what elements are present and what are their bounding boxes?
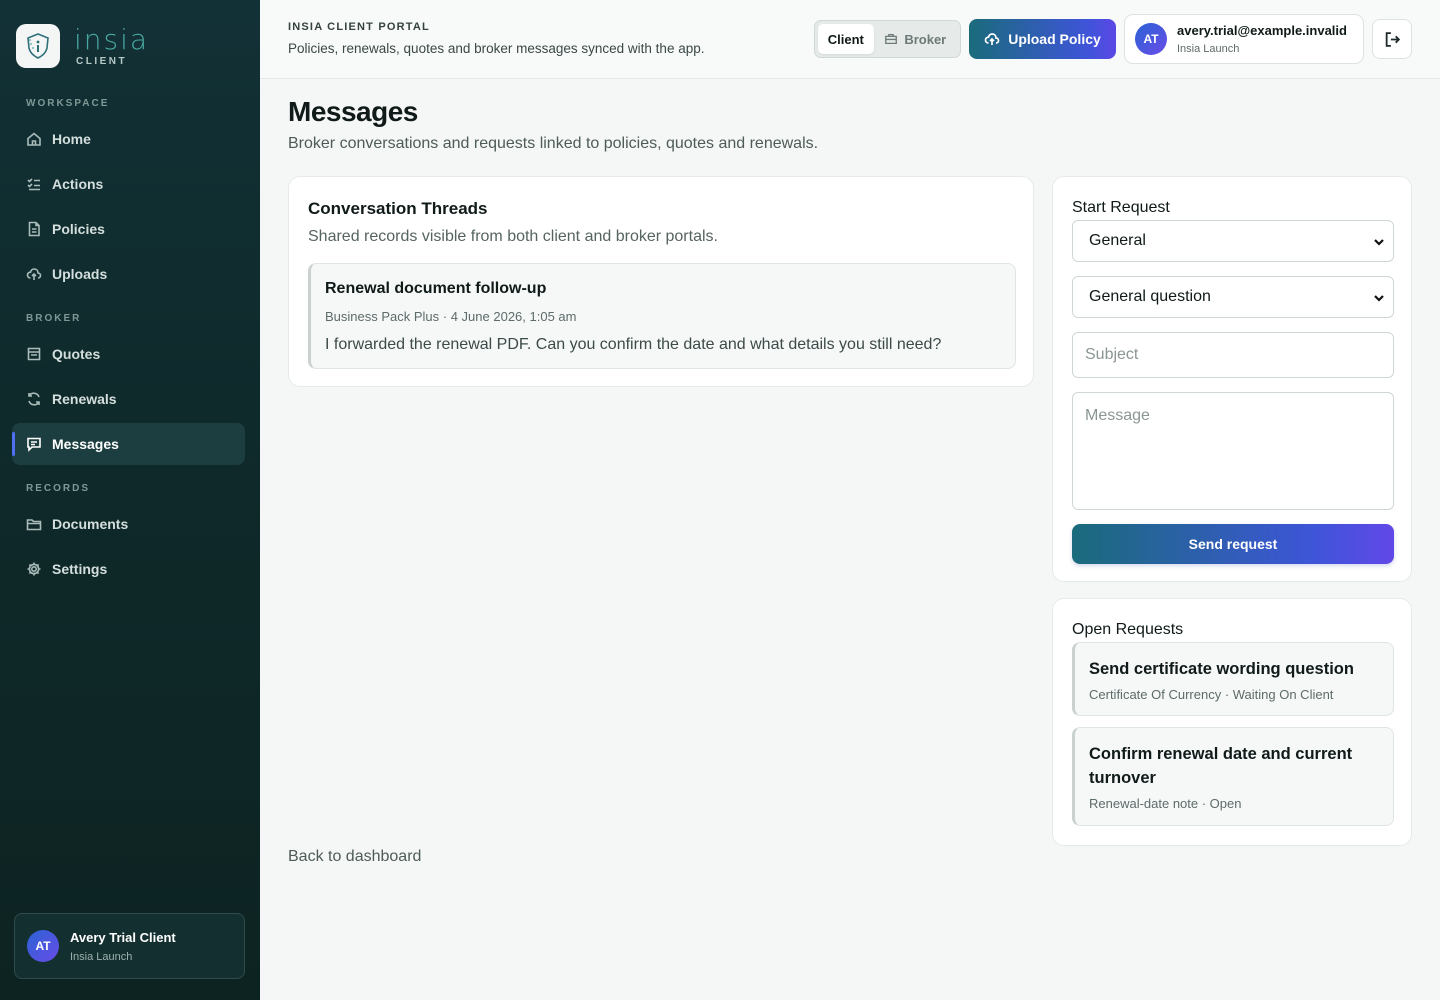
avatar: AT <box>1135 23 1167 55</box>
nav-section-workspace: WORKSPACE <box>26 98 110 109</box>
page-title: Messages <box>288 96 418 127</box>
chevron-down-icon <box>1373 235 1385 247</box>
conversation-threads-card: Conversation Threads Shared records visi… <box>288 176 1034 387</box>
sidebar-item-settings[interactable]: Settings <box>12 548 245 590</box>
user-org: Insia Launch <box>70 950 133 963</box>
portal-description: Policies, renewals, quotes and broker me… <box>288 41 705 56</box>
avatar: AT <box>27 930 59 962</box>
toggle-broker-label: Broker <box>904 31 947 47</box>
brand-name: insia <box>74 22 150 56</box>
home-icon <box>27 132 41 146</box>
sidebar-item-label: Policies <box>52 221 105 237</box>
request-item[interactable]: Send certificate wording question Certif… <box>1072 642 1394 716</box>
request-title: Send certificate wording question <box>1089 660 1354 678</box>
sidebar-item-label: Uploads <box>52 266 108 282</box>
document-icon <box>28 221 40 237</box>
thread-meta: Business Pack Plus · 4 June 2026, 1:05 a… <box>325 309 577 324</box>
sidebar-item-quotes[interactable]: Quotes <box>12 333 245 375</box>
sidebar-item-label: Documents <box>52 516 129 532</box>
sidebar-item-label: Quotes <box>52 346 101 362</box>
cloud-upload-icon <box>26 268 42 280</box>
portal-toggle: Client Broker <box>814 20 961 58</box>
open-requests-title: Open Requests <box>1072 621 1184 638</box>
shield-logo-icon <box>16 24 60 68</box>
threads-subtitle: Shared records visible from both client … <box>308 228 718 245</box>
request-item[interactable]: Confirm renewal date and current turnove… <box>1072 727 1394 826</box>
message-textarea[interactable] <box>1072 392 1394 510</box>
upload-policy-label: Upload Policy <box>1008 31 1101 47</box>
user-name: Avery Trial Client <box>70 929 176 945</box>
sidebar-item-home[interactable]: Home <box>12 118 245 160</box>
subject-input[interactable] <box>1072 332 1394 378</box>
threads-title: Conversation Threads <box>308 199 488 218</box>
request-title: Confirm renewal date and current turnove… <box>1089 745 1353 787</box>
logout-button[interactable] <box>1372 19 1412 59</box>
thread-preview: I forwarded the renewal PDF. Can you con… <box>325 336 942 353</box>
sidebar-item-actions[interactable]: Actions <box>12 163 245 205</box>
toggle-broker[interactable]: Broker <box>874 24 957 54</box>
gear-icon <box>27 562 41 576</box>
send-request-button[interactable]: Send request <box>1072 524 1394 564</box>
request-topic-select[interactable]: General question <box>1072 276 1394 318</box>
start-request-title: Start Request <box>1072 199 1170 216</box>
back-to-dashboard-link[interactable]: Back to dashboard <box>288 848 421 866</box>
receipt-icon <box>27 347 41 361</box>
chat-icon <box>27 437 41 452</box>
sidebar-item-documents[interactable]: Documents <box>12 503 245 545</box>
account-org: Insia Launch <box>1177 43 1240 55</box>
cloud-upload-icon <box>984 33 1000 45</box>
refresh-icon <box>28 392 40 406</box>
sidebar: insia CLIENT WORKSPACE Home Actions Poli… <box>0 0 260 1000</box>
upload-policy-button[interactable]: Upload Policy <box>969 19 1116 59</box>
brand-sub: CLIENT <box>76 55 128 67</box>
top-header: INSIA CLIENT PORTAL Policies, renewals, … <box>260 0 1440 79</box>
sidebar-item-label: Actions <box>52 176 104 192</box>
open-requests-card: Open Requests Send certificate wording q… <box>1052 598 1412 846</box>
account-menu[interactable]: AT avery.trial@example.invalid Insia Lau… <box>1124 14 1364 64</box>
checklist-icon <box>27 178 40 191</box>
sidebar-item-label: Home <box>52 131 91 147</box>
toggle-client[interactable]: Client <box>818 24 874 54</box>
portal-label: INSIA CLIENT PORTAL <box>288 21 430 33</box>
nav-section-broker: BROKER <box>26 313 82 324</box>
thread-title: Renewal document follow-up <box>325 280 547 297</box>
briefcase-icon <box>885 33 898 45</box>
request-topic-value: General question <box>1089 288 1211 305</box>
sidebar-item-messages[interactable]: Messages <box>12 423 245 465</box>
folder-icon <box>26 519 42 531</box>
sidebar-item-label: Messages <box>52 436 119 452</box>
nav-section-records: RECORDS <box>26 483 91 494</box>
request-type-value: General <box>1089 232 1146 249</box>
sidebar-item-renewals[interactable]: Renewals <box>12 378 245 420</box>
sidebar-item-label: Settings <box>52 561 108 577</box>
chevron-down-icon <box>1373 291 1385 303</box>
start-request-card: Start Request General General question S… <box>1052 176 1412 582</box>
logout-icon <box>1385 31 1400 47</box>
page-subtitle: Broker conversations and requests linked… <box>288 135 819 152</box>
account-email: avery.trial@example.invalid <box>1177 23 1347 38</box>
brand-logo[interactable]: insia CLIENT <box>16 24 149 68</box>
sidebar-item-uploads[interactable]: Uploads <box>12 253 245 295</box>
thread-item[interactable]: Renewal document follow-up Business Pack… <box>308 263 1016 369</box>
request-meta: Renewal-date note · Open <box>1089 796 1242 811</box>
sidebar-item-policies[interactable]: Policies <box>12 208 245 250</box>
request-type-select[interactable]: General <box>1072 220 1394 262</box>
sidebar-item-label: Renewals <box>52 391 117 407</box>
sidebar-user-card[interactable]: AT Avery Trial Client Insia Launch <box>14 913 245 979</box>
request-meta: Certificate Of Currency · Waiting On Cli… <box>1089 687 1334 702</box>
